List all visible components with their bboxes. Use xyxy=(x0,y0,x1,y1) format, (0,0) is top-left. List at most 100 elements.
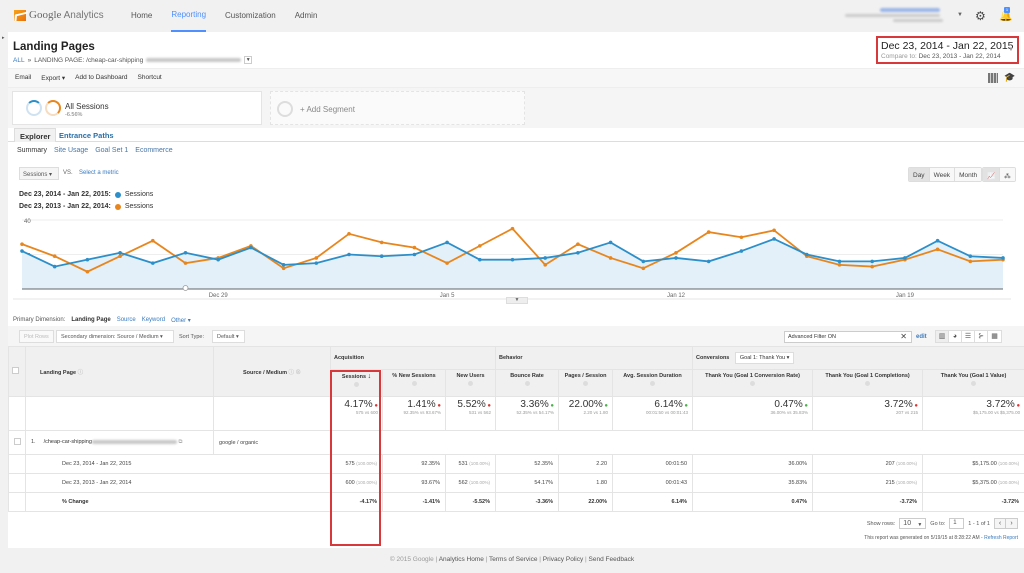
goal-select[interactable]: Goal 1: Thank You ▾ xyxy=(734,352,795,364)
table-cell: 6.14% xyxy=(612,492,694,512)
add-to-dashboard-button[interactable]: Add to Dashboard xyxy=(75,74,127,82)
refresh-report-link[interactable]: Refresh Report xyxy=(984,535,1018,541)
table-group-header: Landing Page ⓘ Source / Medium ⓘ ⊗ Acqui… xyxy=(8,346,1024,397)
gear-icon[interactable]: ⚙ xyxy=(975,9,986,23)
qr-code-icon[interactable] xyxy=(988,73,998,83)
granularity-month[interactable]: Month xyxy=(955,168,982,181)
data-point xyxy=(314,256,319,260)
chevron-down-icon: ▼ xyxy=(1008,47,1014,53)
nav-home[interactable]: Home xyxy=(131,0,152,32)
dimension-keyword[interactable]: Keyword xyxy=(142,317,165,324)
subtab-goal-set-1[interactable]: Goal Set 1 xyxy=(95,147,128,154)
total-detail: 531 vs 562 xyxy=(468,410,492,415)
col-goal1-conversion-rate[interactable]: Thank You (Goal 1 Conversion Rate) xyxy=(692,369,814,397)
clear-filter-icon[interactable]: ✕ xyxy=(900,332,907,341)
total-detail: 00:01:50 vs 00:01:43 xyxy=(646,410,689,415)
nav-admin[interactable]: Admin xyxy=(295,0,318,32)
row-landing-page[interactable]: 1./cheap-car-shipping ⧉ xyxy=(25,430,214,455)
total-detail: $5,175.00 vs $5,375.00 xyxy=(973,410,1021,415)
performance-view-icon[interactable]: ☰ xyxy=(962,331,975,342)
pivot-view-icon[interactable]: ▦ xyxy=(988,331,1001,342)
col-pages-session[interactable]: Pages / Session xyxy=(558,369,614,397)
col-avg-session-duration[interactable]: Avg. Session Duration xyxy=(612,369,694,397)
shortcut-button[interactable]: Shortcut xyxy=(138,74,162,82)
graduation-cap-icon[interactable]: 🎓 xyxy=(1004,72,1015,83)
col-goal1-completions[interactable]: Thank You (Goal 1 Completions) xyxy=(812,369,924,397)
breadcrumb-dropdown-icon[interactable]: ▼ xyxy=(244,56,253,64)
footer-send-feedback[interactable]: Send Feedback xyxy=(589,556,635,563)
group-behavior: Behavior xyxy=(495,346,694,370)
tab-entrance-paths[interactable]: Entrance Paths xyxy=(54,128,119,142)
explorer-subtabs: Summary Site Usage Goal Set 1 Ecommerce xyxy=(17,147,173,154)
col-landing-page[interactable]: Landing Page ⓘ xyxy=(25,346,214,397)
table-subrow-previous: Dec 23, 2013 - Jan 22, 2014 600 (100.00%)… xyxy=(8,473,1024,493)
data-table-view-icon[interactable]: ▥ xyxy=(936,331,949,342)
metric-selector[interactable]: Sessions ▾ xyxy=(19,167,59,180)
sidebar-toggle[interactable]: ▸ xyxy=(0,32,8,573)
external-link-icon[interactable]: ⧉ xyxy=(178,439,182,445)
secondary-dimension-select[interactable]: Secondary dimension: Source / Medium ▾ xyxy=(56,330,174,343)
col-bounce-rate[interactable]: Bounce Rate xyxy=(495,369,560,397)
select-all-checkbox[interactable] xyxy=(8,346,26,397)
sessions-line-chart: 4020Dec 29Jan 5Jan 12Jan 19 xyxy=(13,219,1011,300)
page-header: Landing Pages ALL » LANDING PAGE: /cheap… xyxy=(8,32,1024,68)
granularity-week[interactable]: Week xyxy=(929,168,956,181)
legend-previous-metric: Sessions xyxy=(124,203,154,210)
subtab-summary[interactable]: Summary xyxy=(17,147,47,154)
subtab-ecommerce[interactable]: Ecommerce xyxy=(135,147,172,154)
table-cell: 0.47% xyxy=(692,492,814,512)
x-tick-label: Jan 19 xyxy=(896,293,915,299)
tab-explorer[interactable]: Explorer xyxy=(14,128,57,142)
empty-segment-icon xyxy=(277,101,293,117)
dimension-other[interactable]: Other ▾ xyxy=(171,317,191,324)
goto-input[interactable]: 1 xyxy=(949,518,965,529)
footer-terms[interactable]: Terms of Service xyxy=(489,556,537,563)
breadcrumb-landing-page: LANDING PAGE: /cheap-car-shipping xyxy=(34,56,144,64)
table-cell: 207 (100.00%) xyxy=(812,454,924,474)
date-range-picker[interactable]: Dec 23, 2014 - Jan 22, 2015 Compare to: … xyxy=(876,36,1019,64)
col-new-sessions[interactable]: % New Sessions xyxy=(382,369,446,397)
pie-view-icon[interactable]: ◕ xyxy=(949,331,962,342)
data-point xyxy=(706,259,711,264)
export-button[interactable]: Export ▾ xyxy=(41,74,65,82)
motion-chart-icon[interactable]: ⁂ xyxy=(1000,168,1015,181)
legend-current-dot-icon xyxy=(114,191,121,198)
add-segment-button[interactable]: + Add Segment xyxy=(270,91,525,125)
breadcrumb-all[interactable]: ALL xyxy=(13,57,25,64)
trend-down-icon: ● xyxy=(912,403,919,409)
granularity-day[interactable]: Day xyxy=(909,168,930,181)
prev-page-icon[interactable]: ‹ xyxy=(995,519,1006,528)
subtab-site-usage[interactable]: Site Usage xyxy=(54,147,88,154)
legend-current-metric: Sessions xyxy=(124,191,154,198)
col-source-medium[interactable]: Source / Medium ⓘ ⊗ xyxy=(213,346,331,397)
nav-reporting[interactable]: Reporting xyxy=(171,0,207,32)
account-selector[interactable] xyxy=(845,8,950,24)
line-chart-icon[interactable]: 📈 xyxy=(983,168,1001,181)
next-page-icon[interactable]: › xyxy=(1006,519,1017,528)
footer-analytics-home[interactable]: Analytics Home xyxy=(439,556,484,563)
nav-customization[interactable]: Customization xyxy=(225,0,276,32)
select-metric-link[interactable]: Select a metric xyxy=(79,170,119,176)
email-button[interactable]: Email xyxy=(15,74,31,82)
footer-privacy[interactable]: Privacy Policy xyxy=(543,556,583,563)
comparison-view-icon[interactable]: ⊱ xyxy=(975,331,988,342)
col-goal1-value[interactable]: Thank You (Goal 1 Value) xyxy=(922,369,1024,397)
col-sessions[interactable]: Sessions ↓ xyxy=(330,369,383,397)
total-cell: 3.72% ● 207 vs 215 xyxy=(812,396,924,431)
sort-type-select[interactable]: Default ▾ xyxy=(212,330,245,343)
collapse-chart-button[interactable]: ▼ xyxy=(506,297,528,304)
segment-all-sessions[interactable]: All Sessions -6.56% xyxy=(12,91,262,125)
row-checkbox[interactable] xyxy=(8,430,26,455)
trend-down-icon: ● xyxy=(372,403,378,409)
show-rows-select[interactable]: 10 ▼ xyxy=(899,518,927,529)
edit-filter-link[interactable]: edit xyxy=(916,334,927,340)
y-tick-label: 40 xyxy=(24,219,31,225)
row-source-medium[interactable]: google / organic xyxy=(213,430,331,455)
report-actions-bar: Email Export ▾ Add to Dashboard Shortcut… xyxy=(8,68,1024,88)
dimension-source[interactable]: Source xyxy=(117,317,136,324)
col-new-users[interactable]: New Users xyxy=(444,369,497,397)
plot-rows-button[interactable]: Plot Rows xyxy=(19,330,54,343)
google-analytics-logo[interactable]: Google Analytics xyxy=(14,9,104,21)
advanced-filter-input[interactable]: Advanced Filter ON ✕ xyxy=(784,331,912,343)
account-dropdown-icon[interactable]: ▼ xyxy=(957,12,963,18)
